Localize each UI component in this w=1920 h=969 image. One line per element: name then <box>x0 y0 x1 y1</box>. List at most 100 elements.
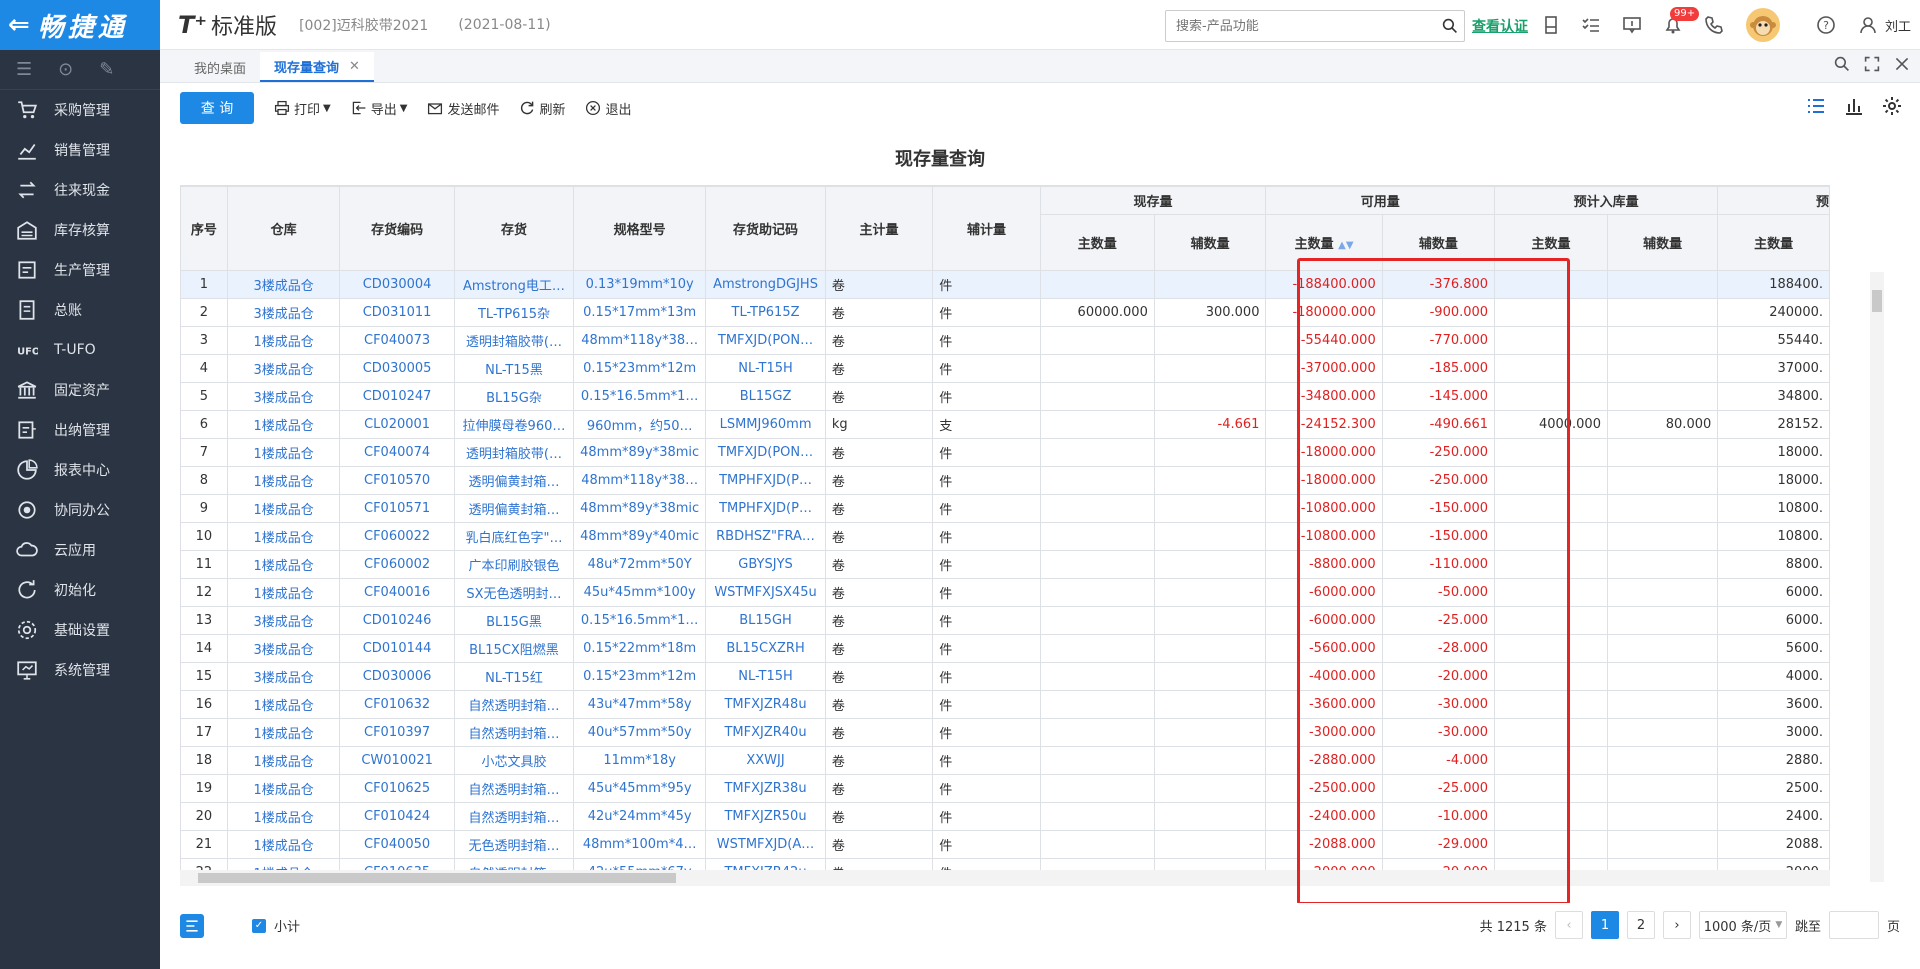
cell-mnemonic[interactable]: AmstrongDGJHS <box>705 270 826 299</box>
cell-name[interactable]: SX无色透明封… <box>453 578 575 607</box>
table-row[interactable]: 19 1楼成品仓 CF010625 自然透明封箱… 45u*45mm*95y TMFXJZ… <box>180 774 1830 803</box>
table-row[interactable]: 14 3楼成品仓 CD010144 BL15CX阻燃黑 0.15*22mm*18m BL1… <box>180 634 1830 663</box>
cell-spec[interactable]: 0.15*16.5mm*1… <box>573 382 707 411</box>
sidebar-item-13[interactable]: 基础设置 <box>0 610 160 650</box>
tab-stock-query[interactable]: 现存量查询 ✕ <box>260 52 374 82</box>
query-button[interactable]: 查 询 <box>180 92 254 124</box>
cell-code[interactable]: CF010571 <box>339 494 455 523</box>
export-button[interactable]: 导出 ▼ <box>351 99 407 118</box>
search-input[interactable] <box>1176 18 1436 34</box>
table-row[interactable]: 15 3楼成品仓 CD030006 NL-T15红 0.15*23mm*12m NL-T1… <box>180 662 1830 691</box>
list-view-icon[interactable] <box>1806 96 1826 120</box>
monkey-avatar-icon[interactable] <box>1746 8 1780 42</box>
cell-code[interactable]: CF010570 <box>339 466 455 495</box>
send-mail-button[interactable]: 发送邮件 <box>427 99 499 118</box>
username[interactable]: 刘工 <box>1885 16 1911 35</box>
cell-spec[interactable]: 48mm*118y*38… <box>573 326 707 355</box>
table-row[interactable]: 21 1楼成品仓 CF040050 无色透明封箱… 48mm*100m*4… WSTMFX… <box>180 830 1830 859</box>
header-expected-main[interactable]: 主数量 <box>1494 214 1608 271</box>
table-row[interactable]: 20 1楼成品仓 CF010424 自然透明封箱… 42u*24mm*45y TMFXJZ… <box>180 802 1830 831</box>
cell-name[interactable]: 透明封箱胶带(… <box>453 326 575 355</box>
cell-name[interactable]: 自然透明封箱… <box>453 802 575 831</box>
cell-mnemonic[interactable]: TL-TP615Z <box>705 298 826 327</box>
sidebar-item-5[interactable]: 总账 <box>0 290 160 330</box>
sidebar-item-11[interactable]: 云应用 <box>0 530 160 570</box>
refresh-button[interactable]: 刷新 <box>519 99 565 118</box>
cell-spec[interactable]: 11mm*18y <box>573 746 707 775</box>
cell-warehouse[interactable]: 1楼成品仓 <box>226 774 341 803</box>
cell-name[interactable]: NL-T15红 <box>453 662 575 691</box>
table-row[interactable]: 6 1楼成品仓 CL020001 拉伸膜母卷960… 960mm，约50… LSMMJ96… <box>180 410 1830 439</box>
table-row[interactable]: 1 3楼成品仓 CD030004 Amstrong电工… 0.13*19mm*10y Am… <box>180 270 1830 299</box>
sidebar-item-8[interactable]: 出纳管理 <box>0 410 160 450</box>
cell-warehouse[interactable]: 1楼成品仓 <box>226 410 341 439</box>
cell-mnemonic[interactable]: BL15CXZRH <box>705 634 826 663</box>
page-1-button[interactable]: 1 <box>1590 911 1619 939</box>
cell-warehouse[interactable]: 1楼成品仓 <box>226 802 341 831</box>
cell-spec[interactable]: 45u*45mm*95y <box>573 774 707 803</box>
cell-warehouse[interactable]: 3楼成品仓 <box>226 354 341 383</box>
cell-name[interactable]: TL-TP615杂 <box>453 298 575 327</box>
header-available-aux[interactable]: 辅数量 <box>1381 214 1496 271</box>
exit-button[interactable]: 退出 <box>585 99 631 118</box>
sidebar-item-2[interactable]: 往来现金 <box>0 170 160 210</box>
cell-spec[interactable]: 48mm*89y*40mic <box>573 522 707 551</box>
header-spec[interactable]: 规格型号 <box>573 186 707 271</box>
cell-mnemonic[interactable]: TMFXJZR38u <box>705 774 826 803</box>
search-menu-icon[interactable]: ⊙ <box>58 59 73 80</box>
cell-warehouse[interactable]: 1楼成品仓 <box>226 830 341 859</box>
cell-spec[interactable]: 48mm*100m*4… <box>573 830 707 859</box>
cell-code[interactable]: CF010397 <box>339 718 455 747</box>
fullscreen-icon[interactable] <box>1864 56 1880 76</box>
cell-code[interactable]: CD010246 <box>339 606 455 635</box>
sidebar-item-12[interactable]: 初始化 <box>0 570 160 610</box>
cell-mnemonic[interactable]: GBYSJYS <box>705 550 826 579</box>
sidebar-item-4[interactable]: 生产管理 <box>0 250 160 290</box>
cell-mnemonic[interactable]: TMFXJZR48u <box>705 690 826 719</box>
cell-spec[interactable]: 48mm*89y*38mic <box>573 494 707 523</box>
cell-code[interactable]: CF010635 <box>339 858 455 870</box>
sidebar-item-7[interactable]: 固定资产 <box>0 370 160 410</box>
close-all-icon[interactable] <box>1894 56 1910 76</box>
cell-mnemonic[interactable]: NL-T15H <box>705 354 826 383</box>
cell-name[interactable]: 乳白底红色字"… <box>453 522 575 551</box>
header-available-main[interactable]: 主数量 ▲▼ <box>1265 214 1383 271</box>
cell-name[interactable]: 自然透明封箱… <box>453 718 575 747</box>
cell-code[interactable]: CD030005 <box>339 354 455 383</box>
sidebar-item-6[interactable]: UFO T-UFO <box>0 330 160 370</box>
back-arrow-icon[interactable]: ⇐ <box>8 10 30 40</box>
cell-warehouse[interactable]: 1楼成品仓 <box>226 858 341 870</box>
table-row[interactable]: 4 3楼成品仓 CD030005 NL-T15黑 0.15*23mm*12m NL-T15… <box>180 354 1830 383</box>
cell-name[interactable]: 自然透明封箱… <box>453 858 575 870</box>
print-button[interactable]: 打印 ▼ <box>274 99 331 118</box>
cell-spec[interactable]: 0.15*23mm*12m <box>573 354 707 383</box>
cell-name[interactable]: BL15CX阻燃黑 <box>453 634 575 663</box>
cell-code[interactable]: CL020001 <box>339 410 455 439</box>
header-next-main[interactable]: 主数量 <box>1717 214 1830 271</box>
cell-name[interactable]: 透明封箱胶带(… <box>453 438 575 467</box>
user-icon[interactable] <box>1857 14 1879 36</box>
cell-name[interactable]: 自然透明封箱… <box>453 774 575 803</box>
cell-mnemonic[interactable]: BL15GZ <box>705 382 826 411</box>
cell-warehouse[interactable]: 1楼成品仓 <box>226 550 341 579</box>
header-mnemonic[interactable]: 存货助记码 <box>705 186 826 271</box>
cell-mnemonic[interactable]: TMFXJZR40u <box>705 718 826 747</box>
cell-mnemonic[interactable]: TMPHFXJD(P… <box>705 466 826 495</box>
cell-name[interactable]: 自然透明封箱… <box>453 690 575 719</box>
table-row[interactable]: 10 1楼成品仓 CF060022 乳白底红色字"… 48mm*89y*40mic RBD… <box>180 522 1830 551</box>
cell-warehouse[interactable]: 1楼成品仓 <box>226 326 341 355</box>
cell-code[interactable]: CD030006 <box>339 662 455 691</box>
cell-mnemonic[interactable]: WSTMFXJSX45u <box>705 578 826 607</box>
jump-page-input[interactable] <box>1828 911 1879 939</box>
cell-code[interactable]: CF060022 <box>339 522 455 551</box>
cell-warehouse[interactable]: 1楼成品仓 <box>226 522 341 551</box>
cell-warehouse[interactable]: 3楼成品仓 <box>226 270 341 299</box>
column-toggle-button[interactable] <box>180 913 204 938</box>
edit-menu-icon[interactable]: ✎ <box>99 59 114 80</box>
sidebar-item-14[interactable]: 系统管理 <box>0 650 160 690</box>
task-list-icon[interactable] <box>1580 14 1602 36</box>
cell-spec[interactable]: 48mm*118y*38… <box>573 466 707 495</box>
checkbox-checked-icon[interactable]: ✓ <box>252 918 266 933</box>
phone-icon[interactable] <box>1703 14 1725 36</box>
chart-view-icon[interactable] <box>1844 96 1864 120</box>
